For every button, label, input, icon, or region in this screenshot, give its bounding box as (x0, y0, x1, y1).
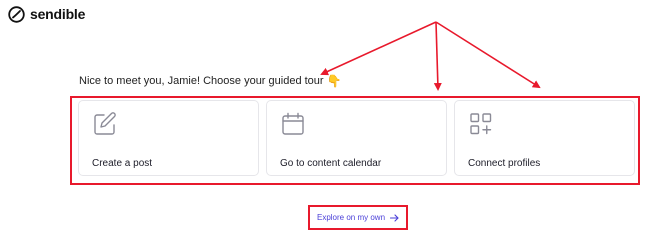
card-label: Create a post (92, 158, 153, 169)
guided-tour-heading: Nice to meet you, Jamie! Choose your gui… (79, 75, 342, 87)
annotation-arrow-left (320, 21, 437, 76)
add-grid-icon (468, 111, 494, 142)
tour-card-content-calendar[interactable]: Go to content calendar (266, 100, 447, 176)
explore-on-my-own-link[interactable]: Explore on my own (310, 207, 406, 228)
annotation-arrow-middle (433, 21, 442, 91)
calendar-icon (280, 111, 306, 142)
pointing-hand-emoji: 👇 (326, 74, 342, 88)
card-label: Connect profiles (468, 158, 541, 169)
annotation-arrow-right (435, 21, 541, 89)
arrow-right-icon (390, 213, 399, 222)
card-label: Go to content calendar (280, 158, 382, 169)
brand-name: sendible (30, 6, 86, 22)
explore-label: Explore on my own (316, 213, 386, 222)
brand-logo[interactable]: sendible (8, 4, 85, 24)
heading-text: Nice to meet you, Jamie! Choose your gui… (79, 75, 324, 87)
tour-card-connect-profiles[interactable]: Connect profiles (454, 100, 635, 176)
tour-card-create-post[interactable]: Create a post (78, 100, 259, 176)
sendible-logo-icon (8, 5, 25, 23)
edit-icon (92, 111, 118, 142)
